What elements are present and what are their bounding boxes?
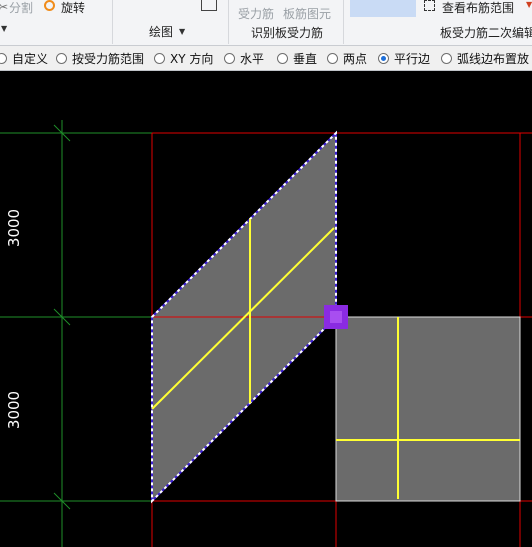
group-separator (343, 0, 344, 44)
dropdown-icon[interactable]: ▼ (1, 24, 7, 33)
radio-icon[interactable] (327, 52, 338, 64)
ribbon-toolbar: ✂ 分割 旋转 ▼ 绘图 ▼ 受力筋 板筋图元 识别板受力筋 查看布筋范围 ▼ … (0, 0, 532, 46)
rect-icon[interactable] (201, 0, 217, 11)
draw-group-label[interactable]: 绘图 (149, 23, 173, 40)
split-icon: ✂ (0, 0, 9, 14)
radio-icon[interactable] (224, 52, 235, 64)
radio-icon[interactable] (56, 52, 67, 64)
radio-selected-icon[interactable] (378, 52, 389, 64)
radio-icon[interactable] (154, 52, 165, 64)
dimension-label-lower: 3000 (5, 390, 24, 430)
placement-options-bar: 自定义 按受力筋范围 XY 方向 水平 垂直 两点 平行边 弧线边布置放 (0, 46, 532, 71)
drawing-canvas[interactable]: 3000 3000 (0, 71, 532, 547)
option-xy-direction[interactable]: XY 方向 (154, 50, 213, 66)
option-horizontal[interactable]: 水平 (224, 50, 264, 66)
split-button[interactable]: 分割 (9, 0, 33, 16)
identify-group-label: 识别板受力筋 (251, 26, 324, 40)
dimension-lines (0, 120, 152, 547)
chevron-down-icon[interactable]: ▼ (179, 27, 185, 36)
view-range-button[interactable]: 查看布筋范围 (442, 0, 514, 16)
group-separator (228, 0, 229, 44)
option-arc-edge[interactable]: 弧线边布置放 (441, 50, 529, 66)
vertex-grip-inner (330, 311, 342, 323)
option-by-rebar-range[interactable]: 按受力筋范围 (56, 50, 144, 66)
slab-element-button[interactable]: 板筋图元 (283, 5, 331, 22)
slab-rectangle[interactable] (335, 316, 521, 502)
active-tool-button[interactable] (350, 0, 416, 17)
dropdown-icon[interactable]: ▼ (526, 0, 532, 9)
cad-drawing (0, 120, 532, 547)
radio-icon[interactable] (0, 52, 7, 64)
option-two-points[interactable]: 两点 (327, 50, 367, 66)
option-vertical[interactable]: 垂直 (277, 50, 317, 66)
option-parallel-edge[interactable]: 平行边 (378, 50, 430, 66)
force-rebar-button[interactable]: 受力筋 (238, 5, 274, 22)
view-range-icon (424, 0, 435, 11)
dimension-label-upper: 3000 (5, 208, 24, 248)
group-separator (112, 0, 113, 44)
option-custom[interactable]: 自定义 (0, 50, 48, 66)
rotate-icon (44, 0, 55, 11)
rotate-button[interactable]: 旋转 (61, 0, 85, 16)
edit-group-label: 板受力筋二次编辑 (440, 26, 532, 40)
radio-icon[interactable] (277, 52, 288, 64)
radio-icon[interactable] (441, 52, 452, 64)
